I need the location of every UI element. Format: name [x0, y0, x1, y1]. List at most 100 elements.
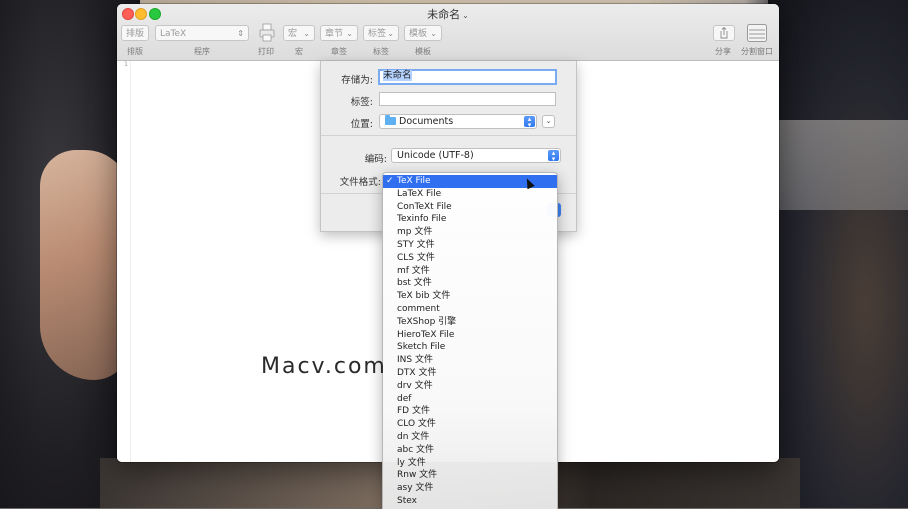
menu-item[interactable]: abc 文件	[383, 444, 557, 457]
menu-item[interactable]: CLO 文件	[383, 418, 557, 431]
expand-button[interactable]: ⌄	[542, 115, 555, 128]
chevron-down-icon: ⌄	[462, 11, 469, 20]
location-label: 位置:	[350, 119, 373, 130]
wallpaper-highlight	[778, 120, 908, 210]
menu-item-label: dn 文件	[397, 432, 430, 442]
menu-item-label: abc 文件	[397, 444, 435, 455]
menu-item[interactable]: CLS 文件	[383, 252, 557, 265]
location-select[interactable]: Documents ▴ ▾	[379, 114, 537, 129]
menu-item-label: drv 文件	[397, 380, 433, 391]
templates-select-value: 模板	[409, 29, 428, 39]
tags-select-value: 标签	[368, 29, 387, 39]
window-title[interactable]: 未命名 ⌄	[117, 6, 779, 22]
location-value: Documents	[399, 116, 454, 127]
encoding-value: Unicode (UTF-8)	[397, 150, 474, 161]
menu-item-label: ly 文件	[397, 457, 426, 468]
chevron-down-icon: ⌄	[430, 29, 437, 38]
updown-arrows-icon: ▴ ▾	[524, 116, 535, 129]
menu-item[interactable]: ConTeXt File	[383, 201, 557, 214]
chevron-down-icon: ⌄	[545, 117, 552, 125]
menu-item-label: def	[397, 393, 412, 404]
menu-item[interactable]: comment	[383, 303, 557, 316]
menu-item-label: comment	[397, 304, 440, 314]
format-label: 文件格式:	[339, 177, 381, 188]
menu-item-label: HieroTeX File	[397, 329, 455, 340]
menu-item-label: Sketch File	[397, 342, 446, 353]
menu-item-label: asy 文件	[397, 483, 434, 494]
menu-item[interactable]: def	[383, 393, 557, 406]
menu-item[interactable]: TeXShop 引擎	[383, 316, 557, 329]
label-typeset: 排版	[127, 47, 143, 56]
menu-item[interactable]: HieroTeX File	[383, 329, 557, 342]
label-program: 程序	[194, 47, 210, 56]
updown-arrows-icon: ▴ ▾	[548, 150, 559, 163]
engine-select[interactable]: LaTeX ⇕	[155, 25, 249, 41]
menu-item-label: Stex	[397, 496, 417, 506]
line-number-gutter: 1	[117, 61, 131, 462]
divider	[321, 135, 576, 136]
menu-item[interactable]: FD 文件	[383, 405, 557, 418]
menu-item-label: DTX 文件	[397, 368, 437, 378]
watermark: Macv.com	[261, 354, 387, 379]
printer-icon[interactable]	[259, 23, 275, 43]
menu-item-label: mp 文件	[397, 227, 433, 238]
folder-icon	[385, 115, 396, 125]
save-as-label: 存储为:	[341, 75, 373, 86]
menu-item[interactable]: STY 文件	[383, 239, 557, 252]
chapter-select-value: 章节	[325, 29, 344, 39]
encoding-select[interactable]: Unicode (UTF-8) ▴ ▾	[391, 148, 561, 163]
menu-item-label: mf 文件	[397, 265, 430, 276]
menu-item[interactable]: mp 文件	[383, 226, 557, 239]
menu-item-label: FD 文件	[397, 406, 430, 417]
file-format-menu: ✓ TeX File LaTeX File ConTeXt File Texinfo F…	[382, 172, 558, 509]
menu-item-label: LaTeX File	[397, 188, 442, 199]
menu-item-label: INS 文件	[397, 355, 433, 366]
tags-label: 标签:	[350, 97, 373, 108]
split-window-icon[interactable]	[747, 24, 767, 42]
save-as-value: 未命名	[383, 70, 412, 81]
menu-item-label: CLO 文件	[397, 419, 436, 430]
updown-arrows-icon: ⇕	[237, 29, 244, 38]
menu-item[interactable]: Sketch File	[383, 341, 557, 354]
menu-item[interactable]: bst 文件	[383, 277, 557, 290]
label-templates: 模板	[415, 47, 431, 56]
menu-item[interactable]: Stex	[383, 495, 557, 508]
chevron-down-icon: ⌄	[387, 29, 394, 38]
menu-item[interactable]: LaTeX File	[383, 188, 557, 201]
menu-item[interactable]: TeX bib 文件	[383, 290, 557, 303]
save-as-field[interactable]: 未命名	[378, 69, 557, 85]
chapter-select[interactable]: 章节 ⌄	[320, 25, 358, 41]
menu-item[interactable]: mf 文件	[383, 265, 557, 278]
menu-item-label: ConTeXt File	[397, 201, 452, 212]
macro-select[interactable]: 宏 ⌄	[283, 25, 315, 41]
menu-item-label: TeX File	[397, 176, 431, 186]
menu-item[interactable]: drv 文件	[383, 380, 557, 393]
wallpaper-shadow-right	[768, 0, 908, 508]
window-title-text: 未命名	[427, 8, 461, 21]
tags-field[interactable]	[379, 92, 556, 106]
macro-select-value: 宏	[288, 29, 298, 39]
menu-item-label: TeX bib 文件	[397, 291, 451, 302]
menu-item[interactable]: Rnw 文件	[383, 469, 557, 482]
menu-item[interactable]: asy 文件	[383, 482, 557, 495]
share-button[interactable]	[713, 25, 735, 41]
templates-select[interactable]: 模板 ⌄	[404, 25, 442, 41]
menu-item-label: CLS 文件	[397, 252, 435, 263]
menu-item[interactable]: Texinfo File	[383, 213, 557, 226]
label-split: 分割窗口	[741, 47, 773, 56]
checkmark-icon: ✓	[386, 176, 394, 186]
typeset-button[interactable]: 排版	[121, 25, 149, 41]
encoding-label: 编码:	[364, 154, 387, 165]
menu-item[interactable]: ly 文件	[383, 457, 557, 470]
chevron-down-icon: ⌄	[346, 29, 353, 38]
menu-item[interactable]: dn 文件	[383, 431, 557, 444]
title-bar: 未命名 ⌄ 排版 LaTeX ⇕ 宏 ⌄ 章节 ⌄ 标签 ⌄ 模板 ⌄ 排版 程…	[117, 4, 779, 61]
menu-item-label: TeXShop 引擎	[397, 316, 457, 327]
line-number: 1	[124, 61, 128, 68]
tags-select[interactable]: 标签 ⌄	[363, 25, 399, 41]
share-icon	[720, 26, 728, 39]
menu-item[interactable]: INS 文件	[383, 354, 557, 367]
menu-item-label: Rnw 文件	[397, 470, 438, 481]
menu-item[interactable]: DTX 文件	[383, 367, 557, 380]
chevron-down-icon: ⌄	[303, 29, 310, 38]
